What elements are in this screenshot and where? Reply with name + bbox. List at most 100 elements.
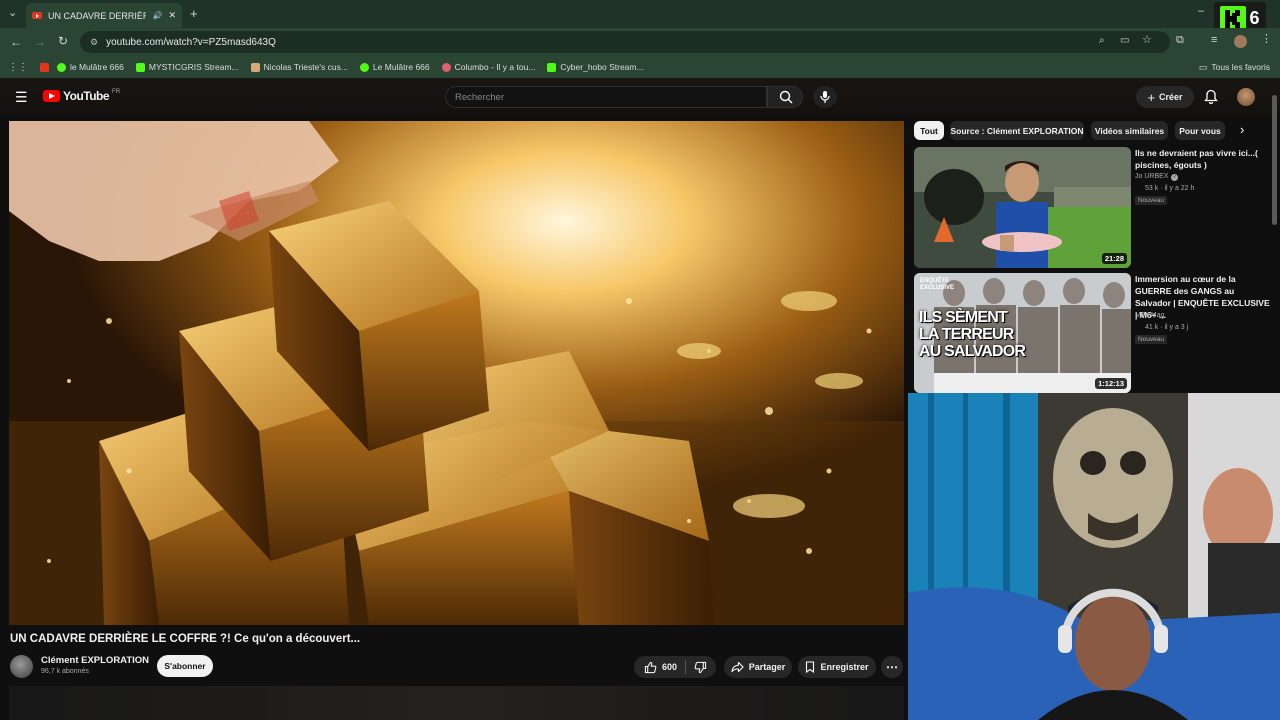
address-bar[interactable]: ⚙ youtube.com/watch?v=PZ5masd643Q xyxy=(80,31,1170,53)
share-icon xyxy=(731,661,744,673)
bookmark-item[interactable]: Le Mulâtre 666 xyxy=(359,62,430,72)
bookmark-item[interactable] xyxy=(40,62,49,72)
bookmark-item[interactable]: le Mulâtre 666 xyxy=(57,62,124,72)
kick-bookmark-icon xyxy=(135,62,145,72)
youtube-region: FR xyxy=(112,89,121,95)
youtube-bookmark-icon xyxy=(40,62,49,72)
zoom-icon[interactable]: ⌕ xyxy=(1099,36,1105,46)
tab-title: UN CADAVRE DERRIÈRE LE xyxy=(48,10,147,21)
tab-close-icon[interactable]: ✕ xyxy=(168,10,176,21)
subscribe-button[interactable]: S'abonner xyxy=(157,655,213,677)
thumbs-down-icon xyxy=(694,661,707,673)
recommendation-stats: 41 k · il y a 3 j xyxy=(1145,324,1189,331)
webcam-overlay xyxy=(908,393,1280,720)
chip-all[interactable]: Tout xyxy=(914,121,944,140)
bookmark-item[interactable]: Columbo - Il y a tou... xyxy=(441,62,535,72)
microphone-icon xyxy=(820,91,830,103)
description-area xyxy=(9,686,904,720)
chip-similar-videos[interactable]: Vidéos similaires xyxy=(1091,121,1168,140)
video-player[interactable] xyxy=(9,121,904,625)
youtube-logo[interactable]: YouTube FR xyxy=(43,89,120,103)
account-avatar[interactable] xyxy=(1237,88,1255,106)
chips-next-arrow-icon[interactable]: › xyxy=(1240,122,1244,137)
recommendation-stats: 53 k · il y a 22 h xyxy=(1145,185,1195,192)
url-text: youtube.com/watch?v=PZ5masd643Q xyxy=(106,36,276,48)
search-button[interactable] xyxy=(767,86,803,108)
search-placeholder: Rechercher xyxy=(455,92,505,103)
recommendation-title[interactable]: Ils ne devraient pas vivre ici...( pisci… xyxy=(1135,147,1265,171)
browser-tab-active[interactable]: UN CADAVRE DERRIÈRE LE 🔊 ✕ xyxy=(26,3,182,28)
thumbnail-image-urbex xyxy=(914,147,1131,268)
audio-icon[interactable]: 🔊 xyxy=(152,11,162,20)
kick-bookmark-icon xyxy=(57,62,66,72)
folder-icon: ▭ xyxy=(1198,61,1208,72)
like-count: 600 xyxy=(662,662,678,672)
site-info-icon[interactable]: ⚙ xyxy=(90,37,98,48)
browser-tab-bar: ⌄ UN CADAVRE DERRIÈRE LE 🔊 ✕ + – xyxy=(0,0,1280,28)
kick-bookmark-icon xyxy=(547,62,557,72)
reload-icon[interactable]: ↻ xyxy=(58,35,68,47)
new-badge: Nouveau xyxy=(1135,335,1168,344)
minimize-icon[interactable]: – xyxy=(1198,6,1204,17)
cast-icon[interactable]: ▭ xyxy=(1120,36,1129,46)
extensions-icon[interactable]: ⧉ xyxy=(1176,35,1184,46)
menu-icon[interactable]: ☰ xyxy=(15,89,28,106)
create-label: Créer xyxy=(1159,92,1183,102)
notifications-bell-icon[interactable] xyxy=(1204,89,1218,105)
youtube-play-icon xyxy=(43,90,60,102)
like-button[interactable]: 600 xyxy=(644,661,677,674)
search-icon xyxy=(779,90,793,104)
browser-menu-icon[interactable]: ⋮ xyxy=(1261,34,1272,45)
video-duration: 1:12:13 xyxy=(1095,378,1127,389)
create-button[interactable]: + Créer xyxy=(1136,86,1194,108)
subscriber-count: 96,7 k abonnés xyxy=(41,668,89,675)
bookmark-icon xyxy=(806,661,815,673)
forward-icon[interactable]: → xyxy=(34,36,46,48)
custom-bookmark-icon xyxy=(250,62,260,72)
all-bookmarks[interactable]: ▭ Tous les favoris xyxy=(1199,62,1270,73)
dislike-button[interactable] xyxy=(694,661,707,674)
share-label: Partager xyxy=(748,662,786,672)
webcam-feed-image xyxy=(908,393,1280,720)
new-badge: Nouveau xyxy=(1135,196,1168,205)
video-frame-gold-bars xyxy=(9,121,904,625)
recommendation-channel[interactable]: Jo URBEX ✓ xyxy=(1135,171,1179,183)
share-button[interactable]: Partager xyxy=(724,656,792,678)
sidebar-scrollbar[interactable] xyxy=(1272,95,1277,225)
thumbs-up-icon xyxy=(644,661,657,673)
recommendation-channel[interactable]: M6+ Mag xyxy=(1135,310,1164,322)
profile-avatar[interactable] xyxy=(1234,35,1247,48)
search-input[interactable]: Rechercher xyxy=(445,86,767,108)
bookmark-item[interactable]: MYSTICGRIS Stream... xyxy=(135,62,239,72)
like-divider xyxy=(685,660,687,674)
more-actions-button[interactable]: ⋯ xyxy=(881,656,903,678)
video-duration: 21:28 xyxy=(1101,253,1127,264)
reading-list-icon[interactable]: ≡ xyxy=(1211,35,1217,46)
youtube-favicon-icon xyxy=(32,12,42,19)
chip-for-you[interactable]: Pour vous xyxy=(1175,121,1225,140)
like-dislike-group: 600 xyxy=(634,656,716,678)
video-thumbnail[interactable]: ENQUÊTE EXCLUSIVE ILS SÈMENT LA TERREUR … xyxy=(914,273,1131,393)
save-label: Enregistrer xyxy=(820,662,869,672)
save-button[interactable]: Enregistrer xyxy=(798,656,876,678)
chip-source-channel[interactable]: Source : Clément EXPLORATION xyxy=(950,121,1084,140)
bookmark-item[interactable]: Nicolas Trieste's cus... xyxy=(250,62,348,72)
new-tab-icon[interactable]: + xyxy=(190,7,198,20)
video-thumbnail[interactable]: 21:28 xyxy=(914,147,1131,268)
channel-avatar[interactable] xyxy=(10,655,33,678)
apps-grid-icon[interactable]: ⋮⋮ xyxy=(8,62,28,73)
bookmarks-bar: ⋮⋮ le Mulâtre 666 MYSTICGRIS Stream... N… xyxy=(0,56,1280,78)
kick-bookmark-icon xyxy=(359,62,369,72)
thumbnail-headline: ILS SÈMENT LA TERREUR AU SALVADOR xyxy=(919,309,1026,360)
more-horizontal-icon: ⋯ xyxy=(886,660,898,674)
tab-search-icon[interactable]: ⌄ xyxy=(8,8,17,19)
bookmark-item[interactable]: Cyber_hobo Stream... xyxy=(547,62,644,72)
bookmark-star-icon[interactable]: ☆ xyxy=(1142,35,1152,46)
video-title: UN CADAVRE DERRIÈRE LE COFFRE ?! Ce qu'o… xyxy=(10,633,361,645)
verified-icon: ✓ xyxy=(1171,173,1179,181)
channel-name[interactable]: Clément EXPLORATION xyxy=(41,655,149,666)
voice-search-button[interactable] xyxy=(813,86,837,108)
back-icon[interactable]: ← xyxy=(10,36,22,48)
browser-toolbar: ← → ↻ ⚙ youtube.com/watch?v=PZ5masd643Q … xyxy=(0,28,1280,56)
columbo-bookmark-icon xyxy=(441,62,451,72)
